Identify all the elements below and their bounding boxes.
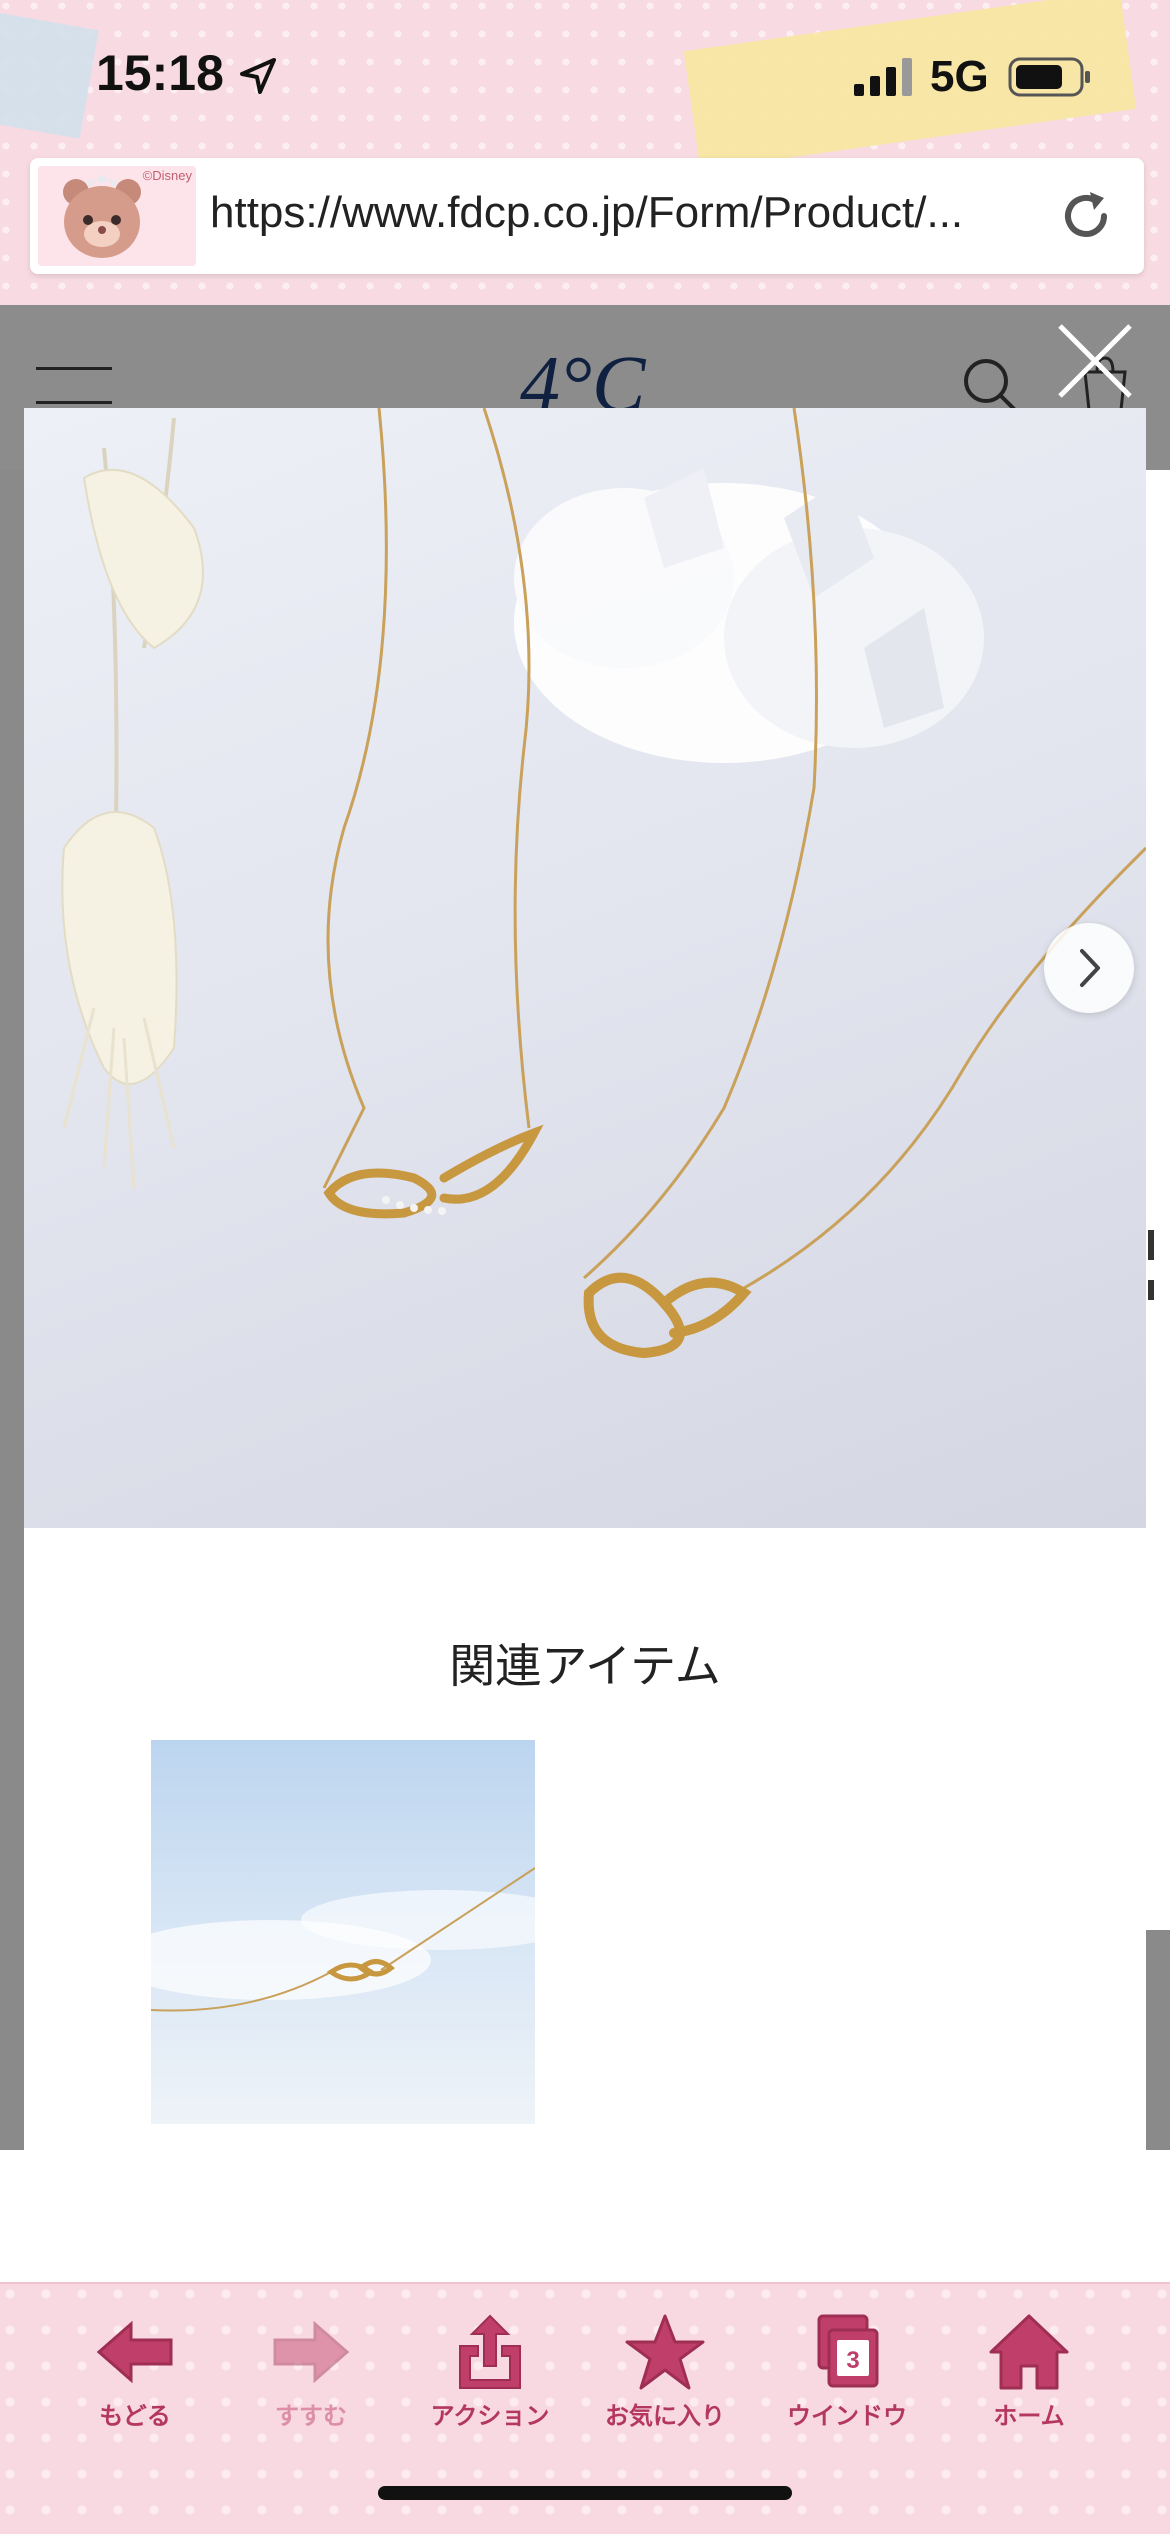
action-button[interactable]: アクション bbox=[415, 2312, 565, 2432]
background-page-edge bbox=[1146, 470, 1170, 1930]
home-label: ホーム bbox=[993, 2403, 1065, 2430]
signal-icon bbox=[854, 58, 912, 96]
forward-label: すすむ bbox=[275, 2403, 347, 2430]
back-arrow-icon bbox=[96, 2320, 173, 2384]
related-item-card[interactable] bbox=[151, 1740, 535, 2124]
image-modal: 関連アイテム bbox=[24, 408, 1146, 2150]
chevron-right-icon bbox=[1080, 949, 1100, 987]
necklace-photo bbox=[61, 408, 1146, 1359]
home-button[interactable]: ホーム bbox=[954, 2312, 1104, 2432]
share-icon bbox=[459, 2314, 521, 2389]
background-text-fragment bbox=[1148, 1280, 1154, 1300]
url-bar[interactable]: ©Disney https://www.fdcp.co.jp/Form/Prod… bbox=[30, 158, 1144, 274]
back-label: もどる bbox=[99, 2403, 171, 2430]
star-icon bbox=[625, 2314, 705, 2390]
back-button[interactable]: もどる bbox=[60, 2312, 210, 2432]
windows-count: 3 bbox=[846, 2347, 859, 2374]
close-icon[interactable] bbox=[1054, 320, 1136, 402]
decorative-tape bbox=[0, 11, 99, 139]
forward-button[interactable]: すすむ bbox=[236, 2312, 386, 2432]
windows-label: ウインドウ bbox=[787, 2403, 907, 2430]
thumbnail-credit: ©Disney bbox=[142, 168, 192, 183]
windows-button[interactable]: 3 ウインドウ bbox=[772, 2312, 922, 2432]
url-text[interactable]: https://www.fdcp.co.jp/Form/Product/... bbox=[210, 188, 1060, 238]
background-text-fragment bbox=[1148, 1230, 1154, 1260]
related-items-heading: 関連アイテム bbox=[449, 1640, 721, 1692]
reload-icon[interactable] bbox=[1056, 186, 1116, 246]
status-time: 15:18 bbox=[96, 45, 224, 101]
favorites-button[interactable]: お気に入り bbox=[590, 2312, 740, 2432]
menu-icon[interactable] bbox=[36, 365, 112, 405]
battery-icon bbox=[1008, 57, 1090, 97]
forward-arrow-icon bbox=[273, 2320, 350, 2384]
site-thumbnail: ©Disney bbox=[38, 166, 196, 266]
windows-icon: 3 bbox=[817, 2314, 879, 2388]
next-image-button[interactable] bbox=[1044, 923, 1134, 1013]
home-icon bbox=[989, 2314, 1069, 2390]
action-label: アクション bbox=[430, 2403, 550, 2430]
related-necklace-image bbox=[151, 1867, 535, 2012]
home-indicator[interactable] bbox=[378, 2486, 792, 2500]
network-type: 5G bbox=[930, 52, 989, 101]
page-white-area bbox=[0, 2150, 1170, 2282]
location-arrow-icon bbox=[240, 58, 276, 94]
favorites-label: お気に入り bbox=[605, 2403, 725, 2430]
browser-top-chrome: 15:18 5G ©Disney https://www.fdcp.co.jp/… bbox=[0, 0, 1170, 305]
search-icon[interactable] bbox=[960, 355, 1020, 415]
product-hero-image bbox=[24, 408, 1146, 1528]
